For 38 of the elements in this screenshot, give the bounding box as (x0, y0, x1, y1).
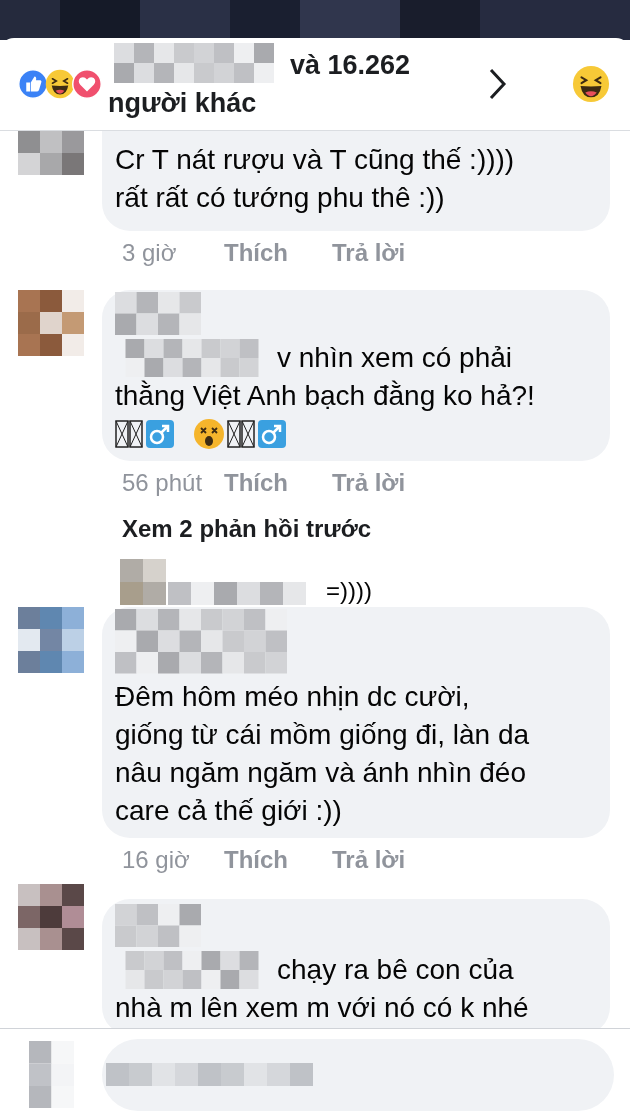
like-link[interactable]: Thích (224, 841, 332, 878)
dizzy-face-icon (193, 418, 225, 450)
comment-text: chạy ra bê con của (277, 952, 514, 987)
avatar (18, 883, 84, 950)
reply-text: =)))) (326, 577, 372, 605)
view-previous-replies-link[interactable]: Xem 2 phản hồi trước (122, 513, 372, 545)
comment-text: Đêm hôm méo nhịn dc cười, (115, 679, 470, 714)
comment-text: Cr T nát rượu và T cũng thế :)))) (115, 143, 515, 177)
reactions-bar[interactable]: và 16.262 người khác (0, 38, 630, 131)
like-icon (18, 69, 48, 99)
comment-time: 3 giờ (122, 238, 178, 268)
avatar (28, 1040, 74, 1109)
comment-time: 56 phút (122, 468, 204, 498)
laughing-face-icon (45, 69, 75, 99)
comment-text: thằng Việt Anh bạch đằng ko hả?! (115, 379, 535, 413)
avatar (18, 131, 84, 175)
reactions-summary: và 16.262 người khác (108, 46, 458, 122)
avatar (120, 559, 166, 605)
comment-text: v nhìn xem có phải (277, 341, 513, 375)
male-sign-icon (257, 419, 287, 449)
reply-link[interactable]: Trả lời (332, 465, 406, 501)
like-link[interactable]: Thích (224, 235, 332, 271)
comment-time: 16 giờ (122, 844, 191, 875)
chevron-right-icon (488, 67, 508, 101)
like-link[interactable]: Thích (224, 465, 332, 501)
comment-text: nâu ngăm ngăm và ánh nhìn đéo (115, 755, 526, 790)
avatar (18, 290, 84, 356)
male-sign-icon (145, 419, 175, 449)
comment-text: care cả thế giới :)) (115, 793, 342, 828)
missing-glyph-icon (115, 419, 143, 449)
comment-text: nhà m lên xem m với nó có k nhé (115, 990, 529, 1025)
reply-link[interactable]: Trả lời (332, 841, 406, 878)
comment-text: rất rất có tướng phu thê :)) (115, 181, 445, 215)
avatar (18, 607, 84, 673)
comment-text: giống từ cái mồm giống đi, làn da (115, 717, 530, 752)
reply-link[interactable]: Trả lời (332, 235, 406, 271)
laughing-face-icon (572, 65, 610, 103)
missing-glyph-icon (227, 419, 255, 449)
